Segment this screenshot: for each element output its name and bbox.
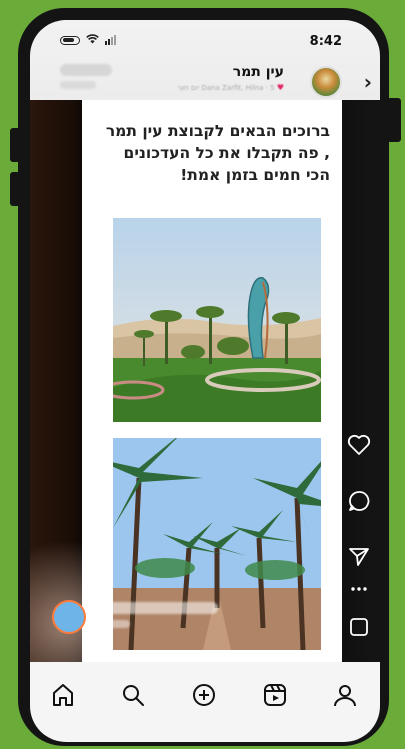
phone-screen: 8:42 עין תמר ♥ Dana Zarfit, Hilna · 5 יו… (30, 20, 380, 742)
group-avatar[interactable] (310, 66, 342, 98)
blurred-header-element (60, 81, 96, 89)
heart-icon: ♥ (276, 83, 284, 92)
search-icon[interactable] (118, 680, 148, 710)
blurred-username (96, 602, 218, 614)
wifi-icon (86, 34, 99, 46)
bottom-nav (30, 662, 380, 742)
bookmark-icon[interactable] (344, 612, 374, 642)
profile-icon[interactable] (330, 680, 360, 710)
status-icons (60, 34, 116, 46)
post-card: ברוכים הבאים לקבוצת עין תמר , פה תקבלו א… (82, 100, 342, 682)
avatar[interactable] (52, 600, 86, 634)
signal-icon (105, 35, 116, 45)
chevron-right-icon[interactable]: › (364, 72, 372, 92)
page-title[interactable]: עין תמר (233, 64, 284, 80)
blurred-caption (96, 620, 130, 628)
send-icon[interactable] (344, 542, 374, 572)
home-icon[interactable] (48, 680, 78, 710)
comment-icon[interactable] (344, 486, 374, 516)
power-button (387, 98, 401, 142)
plus-circle-icon[interactable] (189, 680, 219, 710)
more-icon[interactable] (344, 582, 374, 596)
battery-icon (60, 35, 80, 45)
heart-icon[interactable] (344, 430, 374, 460)
reels-icon[interactable] (260, 680, 290, 710)
post-photo-palms[interactable] (113, 438, 321, 650)
blurred-header-element (60, 64, 112, 76)
post-text: ברוכים הבאים לקבוצת עין תמר , פה תקבלו א… (105, 122, 330, 184)
post-photo-garden[interactable] (113, 218, 321, 422)
top-bar: 8:42 עין תמר ♥ Dana Zarfit, Hilna · 5 יו… (30, 20, 380, 100)
header-subtitle: ♥ Dana Zarfit, Hilna · 5 יום חוגי (177, 83, 284, 92)
status-time: 8:42 (309, 34, 342, 49)
